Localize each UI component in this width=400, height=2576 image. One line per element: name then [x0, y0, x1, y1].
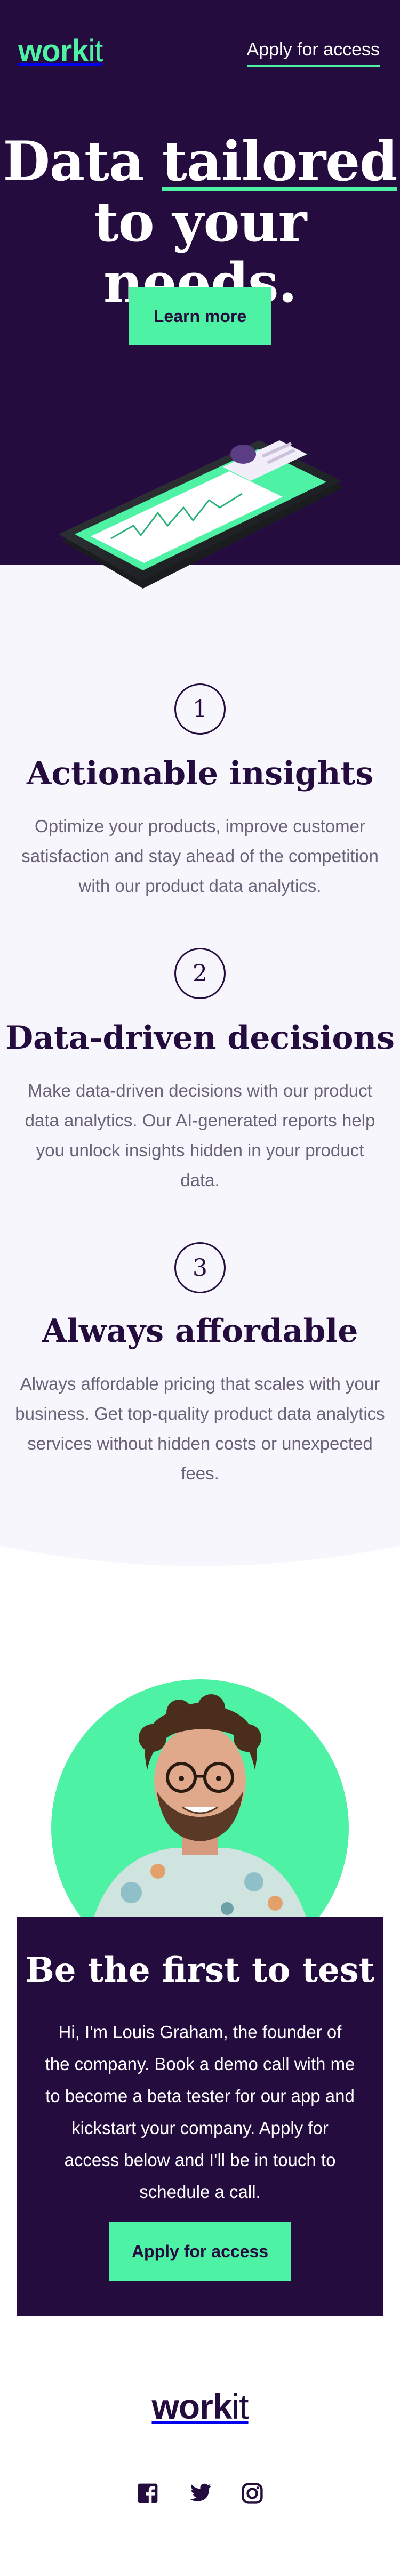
learn-more-button[interactable]: Learn more	[129, 287, 271, 345]
feature-title-2: Data-driven decisions	[5, 1019, 395, 1057]
footer-workit-logo[interactable]: workit	[0, 2386, 400, 2427]
instagram-icon[interactable]	[239, 2480, 266, 2507]
hero-title: Data tailored to your needs.	[0, 131, 400, 313]
hero-title-prefix: Data	[3, 130, 162, 194]
footer-logo-it-text: it	[231, 2387, 249, 2426]
hero-title-emphasis: tailored	[162, 130, 397, 194]
feature-number-3: 3	[174, 1242, 226, 1293]
founder-card: Be the first to test Hi, I'm Louis Graha…	[17, 1917, 383, 2316]
founder-portrait	[51, 1679, 349, 1917]
header-apply-link[interactable]: Apply for access	[246, 39, 380, 67]
founder-heading: Be the first to test	[25, 1950, 375, 1990]
logo-work-text: work	[18, 34, 89, 68]
twitter-icon[interactable]	[187, 2480, 213, 2507]
feature-title-3: Always affordable	[42, 1313, 358, 1350]
feature-body-2: Make data-driven decisions with our prod…	[25, 1081, 375, 1190]
feature-body-3: Always affordable pricing that scales wi…	[15, 1374, 385, 1483]
feature-title-1: Actionable insights	[27, 755, 373, 792]
phone-illustration	[59, 440, 343, 589]
workit-logo[interactable]: workit	[18, 33, 103, 69]
facebook-icon[interactable]	[134, 2480, 161, 2507]
founder-text: Hi, I'm Louis Graham, the founder of the…	[45, 2022, 355, 2202]
logo-it-text: it	[88, 34, 103, 68]
apply-for-access-button[interactable]: Apply for access	[109, 2222, 291, 2281]
feature-body-1: Optimize your products, improve customer…	[21, 816, 379, 896]
feature-number-2: 2	[174, 948, 226, 999]
feature-number-1: 1	[174, 683, 226, 735]
footer-logo-work-text: work	[151, 2387, 232, 2426]
